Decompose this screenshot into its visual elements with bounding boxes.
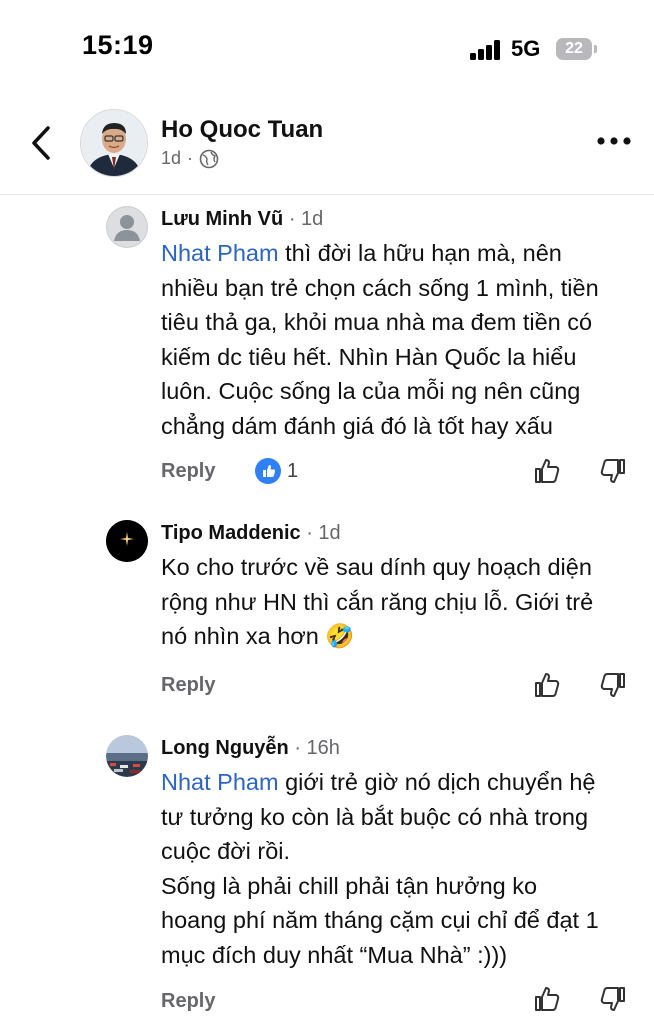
mention-link[interactable]: Nhat Pham — [161, 769, 279, 795]
battery-icon: 22 — [556, 38, 592, 60]
upvote-button[interactable] — [532, 670, 562, 700]
comment-line: chẳng dám đánh giá đó là tốt hay xấu — [161, 412, 553, 439]
comment-item: Long Nguyễn · 16h Nhat Pham giới trẻ giờ… — [0, 729, 654, 1024]
comment-line: Sống là phải chill phải tận hưởng ko — [161, 872, 538, 899]
upvote-button[interactable] — [532, 456, 562, 486]
downvote-button[interactable] — [598, 984, 628, 1014]
back-arrow-icon — [32, 126, 50, 160]
more-options-button[interactable] — [596, 134, 632, 148]
post-header: Ho Quoc Tuan 1d · — [0, 96, 654, 195]
comment-line: luôn. Cuộc sống la của mỗi ng nên cũng — [161, 378, 581, 404]
reply-button[interactable]: Reply — [161, 990, 215, 1013]
comment-line: hoang phí năm tháng cặm cụi chỉ để đạt 1 — [161, 907, 599, 933]
mention-link[interactable]: Nhat Pham — [161, 240, 279, 266]
comment-text: Ko cho trước về sau dính quy hoạch diện … — [161, 550, 647, 654]
comment-line: mục đích duy nhất “Mua Nhà” :))) — [161, 941, 508, 968]
comment-line: Ko cho trước về sau dính quy hoạch diện — [161, 554, 592, 580]
thumbs-up-icon — [535, 987, 560, 1011]
thumbs-up-icon — [535, 673, 560, 697]
like-reaction-icon[interactable] — [255, 458, 281, 484]
comment-text: Nhat Pham giới trẻ giờ nó dịch chuyển hệ… — [161, 765, 647, 972]
globe-icon — [199, 149, 219, 168]
commenter-avatar[interactable] — [106, 735, 148, 777]
comment-line: tiêu thả ga, khỏi mua nhà ma đem tiền có — [161, 309, 593, 335]
comment-item: Tipo Maddenic · 1d Ko cho trước về sau d… — [0, 514, 654, 704]
comment-line: nó nhìn xa hơn 🤣 — [161, 623, 355, 649]
upvote-button[interactable] — [532, 984, 562, 1014]
status-bar: 15:19 5G 22 — [0, 0, 654, 90]
comment-item: Lưu Minh Vũ · 1d Nhat Pham thì đời la hữ… — [0, 200, 654, 500]
downvote-button[interactable] — [598, 670, 628, 700]
commenter-name[interactable]: Long Nguyễn — [161, 737, 289, 759]
comment-line: kiếm dc tiêu hết. Nhìn Hàn Quốc la hiểu — [161, 343, 577, 370]
comment-age: 1d — [301, 208, 324, 230]
comment-text: Nhat Pham thì đời la hữu hạn mà, nên nhi… — [161, 236, 647, 443]
comment-line: Nhat Pham thì đời la hữu hạn mà, nên — [161, 240, 562, 266]
post-meta: 1d · — [161, 148, 219, 169]
comment-age: 1d — [318, 522, 341, 544]
author-avatar[interactable] — [80, 109, 148, 177]
commenter-name[interactable]: Tipo Maddenic — [161, 522, 301, 544]
commenter-avatar[interactable] — [106, 520, 148, 562]
meta-separator: · — [187, 148, 194, 168]
more-dots-icon — [597, 137, 631, 145]
comment-header: Long Nguyễn · 16h — [161, 737, 340, 759]
comment-line: cuộc đời rồi. — [161, 838, 291, 864]
comment-line: rộng như HN thì cắn răng chịu lỗ. Giới t… — [161, 588, 594, 615]
comment-header: Lưu Minh Vũ · 1d — [161, 208, 324, 230]
commenter-avatar[interactable] — [106, 206, 148, 248]
back-button[interactable] — [22, 118, 62, 168]
comment-thread-screen: 15:19 5G 22 Ho Quoc Tuan 1d · Lưu Minh V… — [0, 0, 654, 1024]
thumbs-up-icon — [535, 459, 560, 483]
signal-strength-icon — [470, 40, 502, 60]
comment-header: Tipo Maddenic · 1d — [161, 522, 341, 544]
thumbs-down-icon — [600, 459, 625, 483]
comment-line: Nhat Pham giới trẻ giờ nó dịch chuyển hệ — [161, 769, 596, 795]
thumbs-down-icon — [600, 987, 625, 1011]
commenter-name[interactable]: Lưu Minh Vũ — [161, 208, 283, 230]
battery-tip — [594, 45, 597, 53]
comment-line: tư tưởng ko còn là bắt buộc có nhà trong — [161, 803, 589, 830]
status-time: 15:19 — [82, 30, 154, 60]
author-name[interactable]: Ho Quoc Tuan — [161, 116, 323, 144]
comment-line: nhiều bạn trẻ chọn cách sống 1 mình, tiề… — [161, 274, 599, 301]
default-avatar-icon — [106, 206, 148, 248]
thumbs-down-icon — [600, 673, 625, 697]
network-type: 5G — [511, 36, 541, 61]
comment-age: 16h — [306, 737, 340, 759]
downvote-button[interactable] — [598, 456, 628, 486]
reply-button[interactable]: Reply — [161, 674, 215, 697]
reply-button[interactable]: Reply — [161, 460, 215, 483]
post-age: 1d — [161, 148, 182, 168]
like-count: 1 — [287, 460, 299, 482]
